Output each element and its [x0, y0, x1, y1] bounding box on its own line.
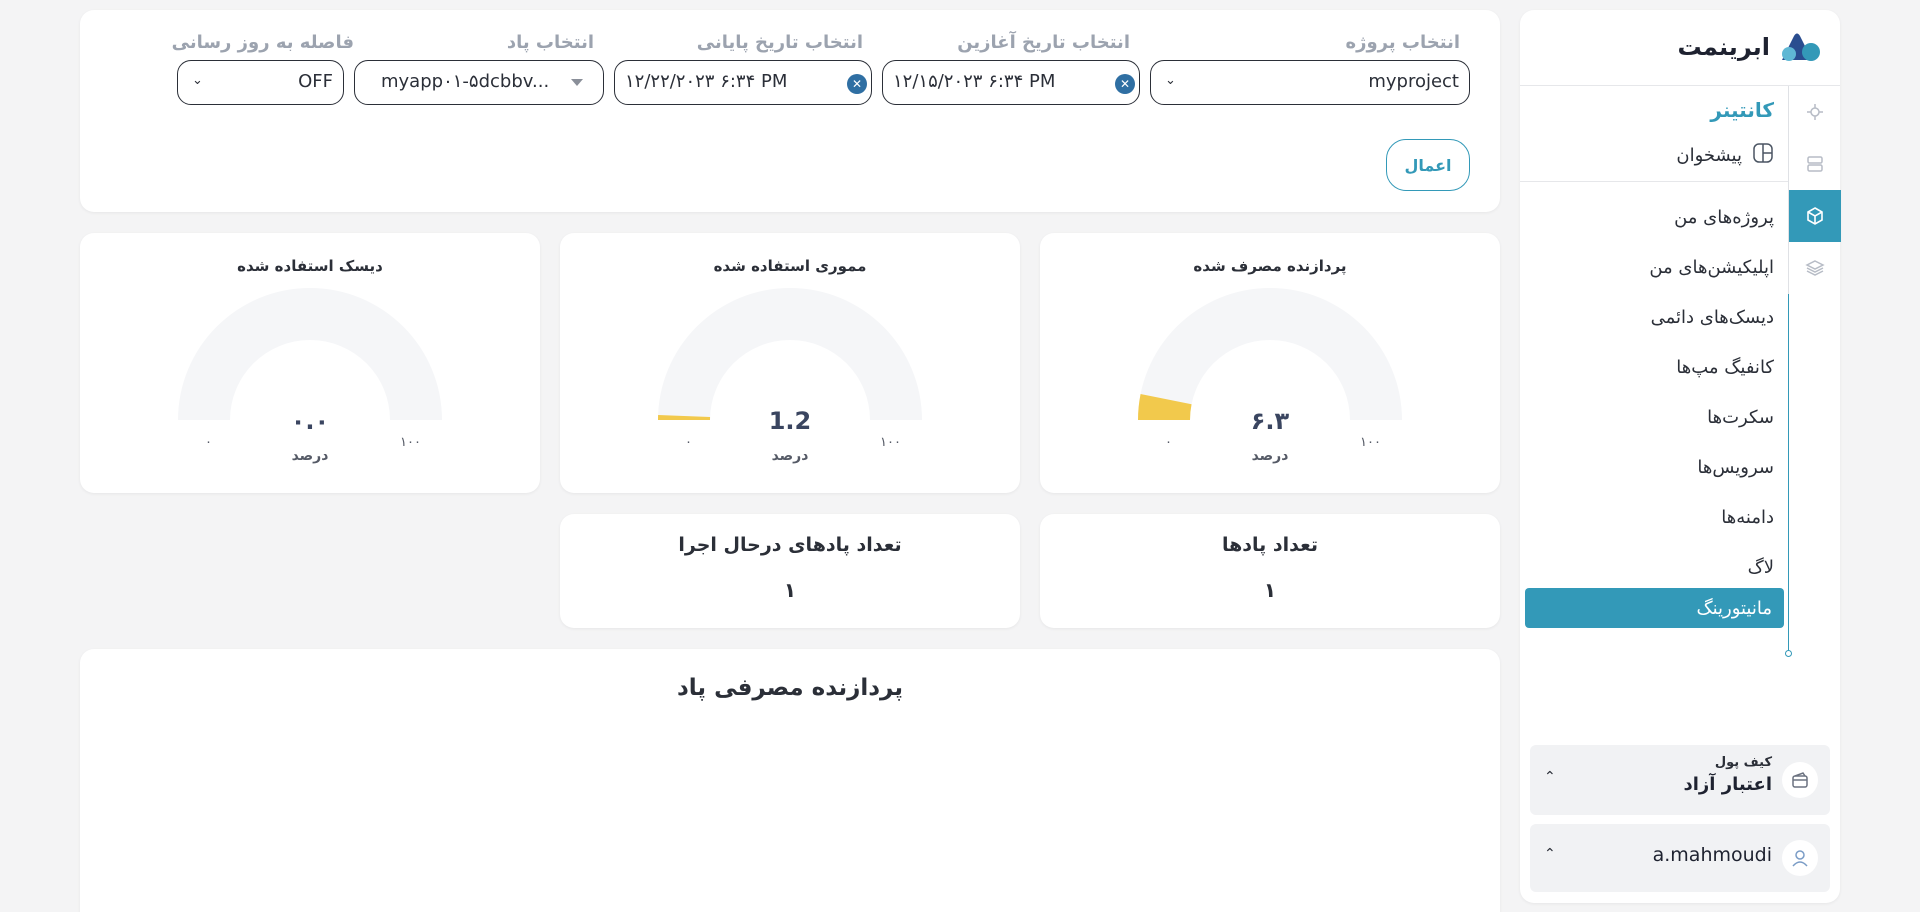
count-value: ۱ [783, 578, 797, 602]
gauge-track [1138, 288, 1402, 420]
pod-select[interactable]: myapp۰۱-۵dcbbv... [354, 60, 604, 105]
gauge-min: ۰ [205, 435, 212, 450]
gauge-min: ۰ [685, 435, 692, 450]
container-cube-icon[interactable] [1789, 190, 1841, 242]
refresh-select[interactable]: OFF ⌄ [177, 60, 344, 105]
chevron-down-icon: ⌄ [1165, 73, 1176, 88]
sidebar-item-config-maps[interactable]: کانفیگ مپ‌ها [1524, 342, 1774, 392]
sidebar-item-monitoring[interactable]: مانیتورینگ [1525, 588, 1784, 628]
gauge-title: مموری استفاده شده [713, 257, 867, 275]
cpu-gauge-card: پردازنده مصرف شده ۶.۳ درصد ۰ ۱۰۰ [1040, 233, 1500, 493]
wallet-icon [1782, 762, 1818, 798]
sidebar-item-persistent-disks[interactable]: دیسک‌های دائمی [1524, 292, 1774, 342]
start-date-label: انتخاب تاریخ آغازین [957, 32, 1130, 53]
sidebar-item-my-projects[interactable]: پروژه‌های من [1524, 192, 1774, 242]
memory-gauge-card: مموری استفاده شده 1.2 درصد ۰ ۱۰۰ [560, 233, 1020, 493]
rail-connector [1788, 294, 1789, 654]
sidebar-item-log[interactable]: لاگ [1524, 542, 1774, 592]
caret-down-icon [571, 79, 583, 86]
sidebar-item-label: پیشخوان [1676, 145, 1742, 166]
gauge-unit: درصد [771, 448, 809, 464]
gauge-unit: درصد [291, 448, 329, 464]
running-pod-count-card: تعداد پادهای درحال اجرا ۱ [560, 514, 1020, 628]
pod-count-card: تعداد پادها ۱ [1040, 514, 1500, 628]
rail-end-dot [1785, 650, 1792, 657]
gauge-value: ۶.۳ [1250, 407, 1290, 435]
end-date-input[interactable]: ۱۲/۲۲/۲۰۲۳ ۶:۳۴ PM ✕ [614, 60, 872, 105]
count-value: ۱ [1263, 578, 1277, 602]
gauge-track [658, 288, 922, 420]
clear-icon[interactable]: ✕ [847, 74, 867, 94]
sidebar-item-my-applications[interactable]: اپلیکیشن‌های من [1524, 242, 1774, 292]
server-icon[interactable] [1789, 138, 1841, 190]
refresh-label: فاصله به روز رسانی [171, 32, 354, 53]
user-panel[interactable]: a.mahmoudi ⌃ [1530, 824, 1830, 892]
count-title: تعداد پادهای درحال اجرا [678, 534, 902, 556]
user-name: a.mahmoudi [1652, 844, 1772, 866]
project-value: myproject [1368, 71, 1459, 92]
pod-cpu-chart-card: پردازنده مصرفی پاد [80, 649, 1500, 912]
count-title: تعداد پادها [1221, 534, 1319, 556]
gauge-unit: درصد [1251, 448, 1289, 464]
project-select[interactable]: myproject ⌄ [1150, 60, 1470, 105]
clear-icon[interactable]: ✕ [1115, 74, 1135, 94]
apply-button[interactable]: اعمال [1386, 139, 1470, 191]
gauge-title: پردازنده مصرف شده [1193, 257, 1347, 275]
chevron-up-icon[interactable]: ⌃ [1544, 769, 1556, 785]
chart-title: پردازنده مصرفی پاد [676, 675, 903, 701]
sidebar-item-secrets[interactable]: سکرت‌ها [1524, 392, 1774, 442]
gauge-value: ۰.۰ [290, 407, 330, 435]
start-date-value: ۱۲/۱۵/۲۰۲۳ ۶:۳۴ PM [893, 71, 1056, 92]
wallet-panel[interactable]: کیف پول اعتبار آزاد ⌃ [1530, 745, 1830, 815]
gauge-max: ۱۰۰ [400, 435, 421, 450]
chevron-up-icon[interactable]: ⌃ [1544, 846, 1556, 862]
dashboard-icon [1752, 142, 1774, 169]
wallet-value: اعتبار آزاد [1683, 774, 1773, 795]
disk-gauge-card: دیسک استفاده شده ۰.۰ درصد ۰ ۱۰۰ [80, 233, 540, 493]
start-date-input[interactable]: ۱۲/۱۵/۲۰۲۳ ۶:۳۴ PM ✕ [882, 60, 1140, 105]
brand-name: ابرینمت [1677, 33, 1770, 61]
sidebar: ابرینمت کانتینر پیشخوان پروژه‌های من اپل… [1520, 10, 1841, 903]
icon-rail [1788, 86, 1841, 294]
pod-value: myapp۰۱-۵dcbbv... [381, 71, 550, 92]
gauge-max: ۱۰۰ [1360, 435, 1381, 450]
gauge-max: ۱۰۰ [880, 435, 901, 450]
nav-list: پروژه‌های من اپلیکیشن‌های من دیسک‌های دا… [1524, 192, 1774, 592]
brand-logo-icon [1778, 30, 1822, 64]
divider [1520, 181, 1788, 182]
project-label: انتخاب پروژه [1345, 32, 1461, 53]
pod-label: انتخاب پاد [506, 32, 594, 53]
sidebar-item-services[interactable]: سرویس‌ها [1524, 442, 1774, 492]
end-date-label: انتخاب تاریخ پایانی [696, 32, 863, 53]
gauge-value: 1.2 [768, 407, 812, 435]
sidebar-item-domains[interactable]: دامنه‌ها [1524, 492, 1774, 542]
sidebar-item-dashboard[interactable]: پیشخوان [1676, 142, 1774, 169]
filter-panel: انتخاب پروژه myproject ⌄ انتخاب تاریخ آغ… [80, 10, 1500, 212]
brand[interactable]: ابرینمت [1678, 30, 1822, 64]
end-date-value: ۱۲/۲۲/۲۰۲۳ ۶:۳۴ PM [625, 71, 788, 92]
section-title: کانتینر [1710, 98, 1774, 122]
chevron-down-icon: ⌄ [192, 73, 203, 88]
gauge-min: ۰ [1165, 435, 1172, 450]
layers-icon[interactable] [1789, 242, 1841, 294]
gauge-track [178, 288, 442, 420]
refresh-value: OFF [298, 71, 333, 92]
wallet-title: کیف پول [1714, 755, 1772, 770]
gauge-title: دیسک استفاده شده [237, 257, 383, 275]
user-icon [1782, 840, 1818, 876]
network-icon[interactable] [1789, 86, 1841, 138]
